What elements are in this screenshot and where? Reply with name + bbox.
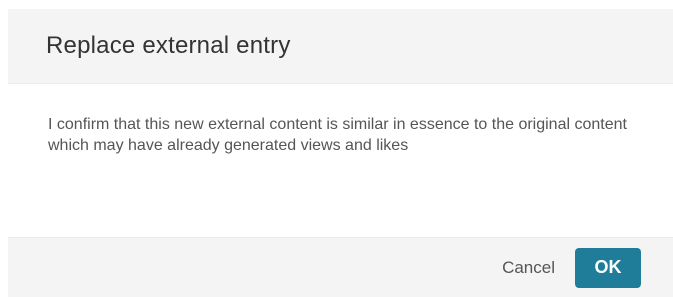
- cancel-button[interactable]: Cancel: [502, 252, 555, 284]
- dialog-message: I confirm that this new external content…: [48, 116, 627, 154]
- dialog-header: Replace external entry: [8, 9, 673, 83]
- dialog-footer: Cancel OK: [8, 237, 673, 297]
- dialog-body: I confirm that this new external content…: [8, 83, 673, 236]
- replace-external-entry-dialog: Replace external entry I confirm that th…: [8, 9, 673, 297]
- ok-button[interactable]: OK: [575, 247, 641, 288]
- dialog-title: Replace external entry: [46, 32, 291, 59]
